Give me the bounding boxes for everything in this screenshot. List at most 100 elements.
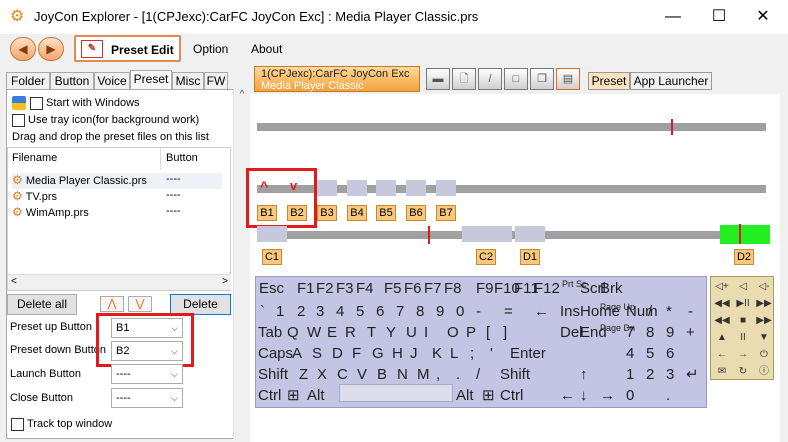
key-row3-10[interactable]: ; — [470, 345, 474, 363]
key-row2-0[interactable]: Tab — [258, 324, 282, 342]
tab-folder[interactable]: Folder — [6, 72, 50, 90]
key-row1-5[interactable]: 5 — [356, 303, 364, 321]
track-marker[interactable] — [739, 224, 741, 244]
tab-app-launcher[interactable]: App Launcher — [630, 72, 712, 90]
key-row2-5[interactable]: T — [367, 324, 376, 342]
key-row1-3[interactable]: 3 — [316, 303, 324, 321]
media-key[interactable]: ⓘ — [754, 364, 774, 380]
key-row3-13[interactable]: 4 — [626, 345, 634, 363]
scroll-left-icon[interactable]: < — [11, 276, 17, 287]
back-button[interactable]: ◀ — [10, 37, 36, 61]
key-row3-3[interactable]: D — [332, 345, 343, 363]
key-row1-13[interactable]: ← — [534, 303, 549, 321]
key-row2-1[interactable]: Q — [287, 324, 299, 342]
media-key[interactable]: ▶▶ — [754, 296, 774, 312]
key-row5-2[interactable]: Alt — [307, 387, 325, 405]
key-row0-0[interactable]: Esc — [259, 280, 284, 298]
key-row4-1[interactable]: Z — [299, 366, 308, 384]
media-key[interactable]: ◁ — [733, 279, 753, 295]
use-tray-checkbox[interactable] — [12, 114, 25, 127]
space-key[interactable] — [339, 384, 453, 402]
key-row1-18[interactable]: / — [648, 303, 652, 321]
key-row5-8[interactable]: → — [600, 387, 615, 405]
key-row2-8[interactable]: I — [424, 324, 428, 342]
key-row4-12[interactable]: ↑ — [580, 366, 588, 384]
key-row4-3[interactable]: C — [337, 366, 348, 384]
key-row1-0[interactable]: ` — [260, 303, 265, 321]
key-row5-1[interactable]: ⊞ — [287, 387, 300, 405]
key-row0-12[interactable]: F12 — [534, 280, 560, 298]
media-key[interactable]: ⏻ — [754, 347, 774, 363]
close-select[interactable]: ---- ⌵ — [111, 388, 183, 408]
key-row1-12[interactable]: = — [504, 303, 513, 321]
key-row4-10[interactable]: / — [476, 366, 480, 384]
key-row3-7[interactable]: J — [410, 345, 418, 363]
media-key[interactable]: ◁+ — [712, 279, 732, 295]
key-row3-9[interactable]: L — [450, 345, 458, 363]
button-b4[interactable]: B4 — [347, 205, 367, 221]
media-key[interactable]: ■ — [733, 313, 753, 329]
key-row1-1[interactable]: 1 — [276, 303, 284, 321]
preset-edit-button[interactable]: ✎ Preset Edit — [74, 35, 181, 62]
key-row4-8[interactable]: , — [436, 366, 440, 384]
key-row1-17[interactable]: Num — [626, 303, 658, 321]
key-row2-11[interactable]: [ — [486, 324, 490, 342]
tab-misc[interactable]: Misc — [172, 72, 204, 90]
tab-preset[interactable]: Preset — [130, 70, 172, 90]
key-row3-0[interactable]: Caps — [258, 345, 293, 363]
key-row4-11[interactable]: Shift — [500, 366, 530, 384]
delete-button[interactable]: Delete — [170, 294, 231, 315]
key-row2-16[interactable]: 7 — [626, 324, 634, 342]
key-row0-2[interactable]: F2 — [316, 280, 334, 298]
key-row4-6[interactable]: N — [397, 366, 408, 384]
tab-voice[interactable]: Voice — [94, 72, 130, 90]
key-row4-0[interactable]: Shift — [258, 366, 288, 384]
key-row3-15[interactable]: 6 — [666, 345, 674, 363]
button-b3[interactable]: B3 — [317, 205, 337, 221]
scroll-up-icon[interactable]: ^ — [234, 89, 250, 100]
key-row5-3[interactable]: Alt — [456, 387, 474, 405]
page-icon[interactable]: 🗋 — [452, 68, 476, 90]
key-row2-18[interactable]: 9 — [666, 324, 674, 342]
list-item[interactable]: ⚙ WimAmp.prs ---- — [12, 205, 222, 221]
key-row4-2[interactable]: X — [317, 366, 327, 384]
key-row2-2[interactable]: W — [307, 324, 321, 342]
key-row1-2[interactable]: 2 — [297, 303, 305, 321]
key-row2-3[interactable]: E — [327, 324, 337, 342]
key-row2-19[interactable]: + — [686, 324, 695, 342]
key-row1-4[interactable]: 4 — [336, 303, 344, 321]
column-filename[interactable]: Filename — [12, 152, 57, 164]
key-row4-5[interactable]: B — [377, 366, 387, 384]
key-row1-11[interactable]: - — [476, 303, 481, 321]
key-row1-8[interactable]: 8 — [416, 303, 424, 321]
tab-preset-right[interactable]: Preset — [588, 72, 630, 90]
forward-button[interactable]: ▶ — [38, 37, 64, 61]
label-d1[interactable]: D1 — [520, 249, 540, 265]
maximize-button[interactable]: ☐ — [696, 0, 742, 34]
square-icon[interactable]: □ — [504, 68, 528, 90]
launch-select[interactable]: ---- ⌵ — [111, 364, 183, 384]
key-row1-14[interactable]: Ins — [560, 303, 580, 321]
label-c2[interactable]: C2 — [476, 249, 496, 265]
key-row1-6[interactable]: 6 — [376, 303, 384, 321]
pen-icon[interactable]: / — [478, 68, 502, 90]
key-row4-15[interactable]: 3 — [666, 366, 674, 384]
screen-icon[interactable]: ▤ — [556, 68, 580, 90]
key-row5-7[interactable]: ↓ — [580, 387, 588, 405]
media-key[interactable]: ✉ — [712, 364, 732, 380]
key-row2-7[interactable]: U — [406, 324, 417, 342]
horizontal-scrollbar[interactable]: < > — [8, 274, 231, 290]
label-c1[interactable]: C1 — [262, 249, 282, 265]
key-row0-4[interactable]: F4 — [356, 280, 374, 298]
tab-fw[interactable]: FW — [204, 72, 228, 90]
media-key[interactable]: ↻ — [733, 364, 753, 380]
key-row5-4[interactable]: ⊞ — [482, 387, 495, 405]
media-key[interactable]: ▲ — [712, 330, 732, 346]
list-item[interactable]: ⚙ TV.prs ---- — [12, 189, 222, 205]
media-key[interactable]: ◁- — [754, 279, 774, 295]
minimize-button[interactable]: — — [650, 0, 696, 34]
key-row5-10[interactable]: . — [666, 387, 670, 405]
solid-bar-icon[interactable]: ▬ — [426, 68, 450, 90]
label-d2[interactable]: D2 — [734, 249, 754, 265]
delete-all-button[interactable]: Delete all — [7, 294, 77, 315]
